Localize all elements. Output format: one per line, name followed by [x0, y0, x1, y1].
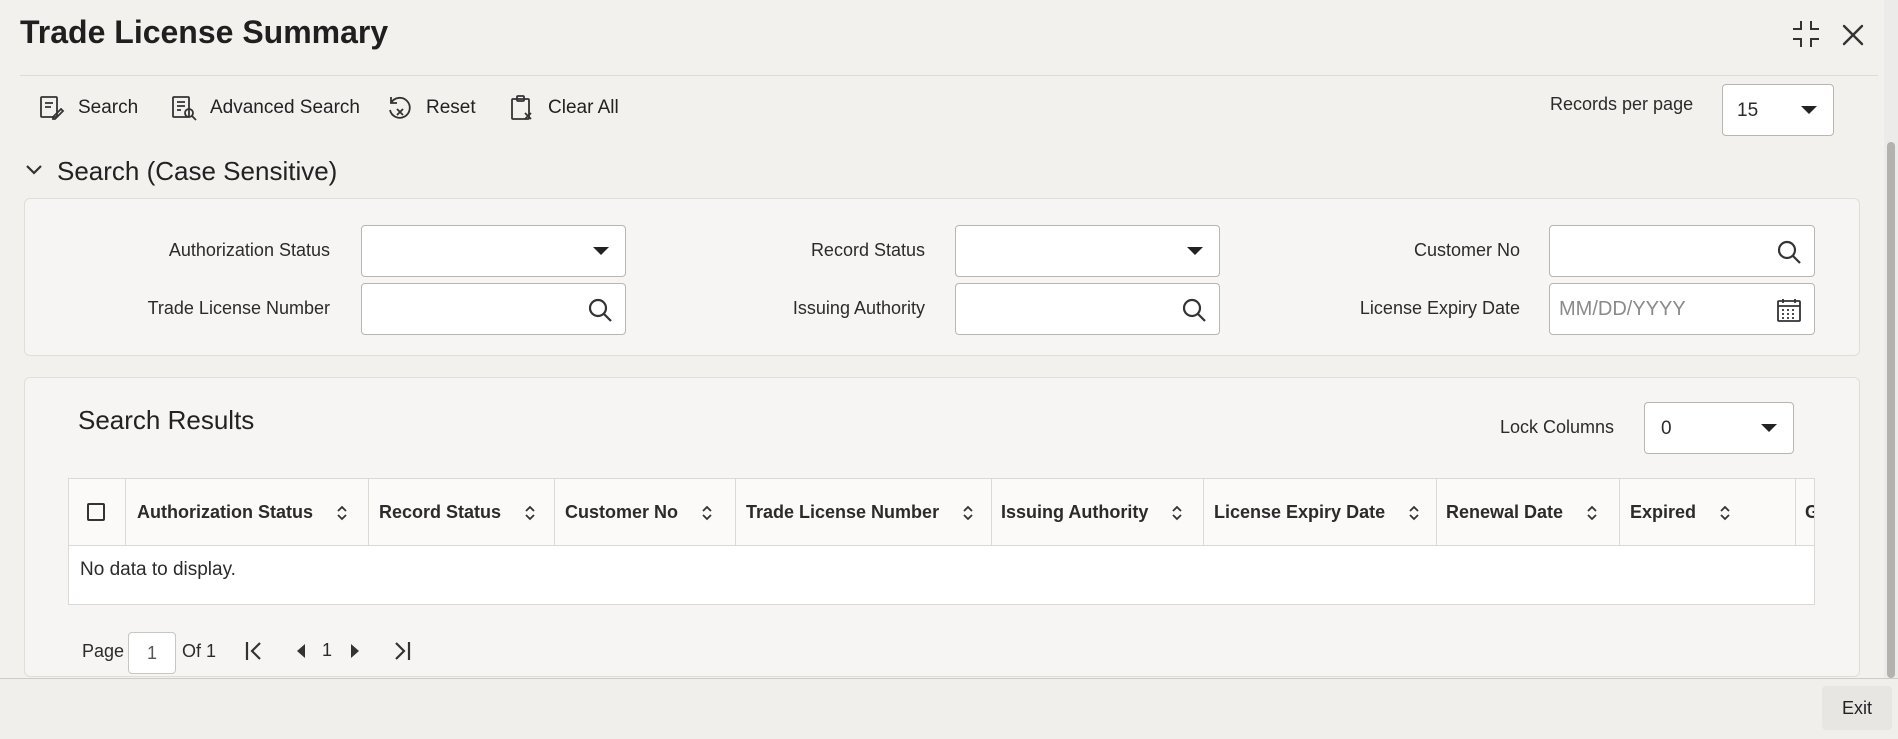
page-number-input[interactable]: 1 — [128, 632, 176, 674]
page-of-label: Of 1 — [182, 641, 217, 661]
records-per-page-select[interactable]: 15 — [1722, 84, 1834, 136]
clear-all-button-label: Clear All — [548, 97, 619, 118]
record-status-select[interactable] — [955, 225, 1220, 277]
trade-license-number-label: Trade License Number — [147, 298, 330, 318]
column-header-license-expiry-date[interactable]: License Expiry Date — [1214, 502, 1420, 523]
footer-bar — [0, 679, 1898, 739]
column-header-trade-license-number[interactable]: Trade License Number — [746, 502, 974, 523]
column-header-expired[interactable]: Expired — [1630, 502, 1731, 523]
search-doc-icon — [40, 96, 65, 120]
vertical-scrollbar[interactable] — [1884, 0, 1898, 680]
trade-license-number-input[interactable] — [361, 283, 626, 335]
column-divider — [991, 479, 992, 545]
clipboard-clear-icon — [511, 95, 532, 120]
sort-icon[interactable] — [1586, 505, 1598, 521]
records-per-page-value: 15 — [1737, 100, 1759, 121]
column-header-renewal-date[interactable]: Renewal Date — [1446, 502, 1598, 523]
search-icon[interactable] — [1181, 297, 1207, 323]
sort-icon[interactable] — [1171, 505, 1183, 521]
customer-no-input[interactable] — [1549, 225, 1815, 277]
column-divider — [554, 479, 555, 545]
sort-icon[interactable] — [1408, 505, 1420, 521]
search-section-title: Search (Case Sensitive) — [57, 156, 338, 186]
calendar-icon[interactable] — [1776, 297, 1802, 323]
first-page-icon[interactable] — [244, 640, 264, 662]
sort-icon[interactable] — [524, 505, 536, 521]
search-button-label: Search — [78, 97, 139, 118]
issuing-authority-input[interactable] — [955, 283, 1220, 335]
column-divider — [735, 479, 736, 545]
sort-icon[interactable] — [1719, 505, 1731, 521]
date-placeholder: MM/DD/YYYY — [1559, 298, 1686, 320]
lock-columns-select[interactable]: 0 — [1644, 402, 1794, 454]
lock-columns-value: 0 — [1661, 418, 1672, 439]
column-header-customer-no[interactable]: Customer No — [565, 502, 713, 523]
reset-icon — [389, 96, 411, 119]
record-status-label: Record Status — [810, 240, 925, 260]
collapse-icon[interactable] — [1790, 18, 1822, 50]
column-divider — [1795, 479, 1796, 545]
column-header-record-status[interactable]: Record Status — [379, 502, 536, 523]
license-expiry-date-input[interactable]: MM/DD/YYYY — [1549, 283, 1815, 335]
advanced-search-icon — [172, 96, 197, 121]
advanced-search-button-label: Advanced Search — [210, 97, 360, 118]
reset-button-label: Reset — [426, 97, 476, 118]
column-divider — [1436, 479, 1437, 545]
customer-no-label: Customer No — [1413, 240, 1520, 260]
issuing-authority-label: Issuing Authority — [792, 298, 925, 318]
column-header-issuing-authority[interactable]: Issuing Authority — [1001, 502, 1183, 523]
current-page-number: 1 — [322, 640, 333, 660]
next-page-icon[interactable] — [348, 642, 362, 660]
search-icon[interactable] — [587, 297, 613, 323]
previous-page-icon[interactable] — [294, 642, 308, 660]
collapse-chevron-icon[interactable] — [24, 160, 44, 180]
column-divider — [1203, 479, 1204, 545]
exit-button[interactable]: Exit — [1822, 686, 1892, 730]
column-divider — [368, 479, 369, 545]
clear-all-button[interactable]: Clear All — [508, 94, 619, 122]
search-icon[interactable] — [1776, 239, 1802, 265]
reset-button[interactable]: Reset — [386, 94, 476, 122]
chevron-down-icon — [1801, 106, 1817, 114]
advanced-search-button[interactable]: Advanced Search — [170, 94, 360, 122]
last-page-icon[interactable] — [392, 640, 412, 662]
grid-header-row: Authorization Status Record Status Custo… — [69, 479, 1814, 546]
authorization-status-label: Authorization Status — [168, 240, 330, 260]
chevron-down-icon — [1187, 247, 1203, 255]
chevron-down-icon — [593, 247, 609, 255]
close-icon[interactable] — [1838, 20, 1868, 50]
sort-icon[interactable] — [962, 505, 974, 521]
search-results-title: Search Results — [78, 405, 255, 435]
search-button[interactable]: Search — [38, 94, 138, 122]
scrollbar-thumb[interactable] — [1887, 142, 1895, 678]
records-per-page-label: Records per page — [1550, 94, 1694, 114]
header-divider — [20, 75, 1878, 76]
page-label: Page — [82, 641, 125, 661]
results-grid: Authorization Status Record Status Custo… — [68, 478, 1815, 605]
empty-message: No data to display. — [80, 559, 236, 580]
column-header-authorization-status[interactable]: Authorization Status — [137, 502, 348, 523]
authorization-status-select[interactable] — [361, 225, 626, 277]
sort-icon[interactable] — [336, 505, 348, 521]
license-expiry-date-label: License Expiry Date — [1359, 298, 1520, 318]
lock-columns-label: Lock Columns — [1500, 417, 1615, 437]
chevron-down-icon — [1761, 424, 1777, 432]
select-all-checkbox[interactable] — [87, 503, 105, 521]
sort-icon[interactable] — [701, 505, 713, 521]
column-header-g[interactable]: G — [1805, 502, 1814, 523]
page-title: Trade License Summary — [20, 14, 389, 50]
column-divider — [125, 479, 126, 545]
column-divider — [1619, 479, 1620, 545]
